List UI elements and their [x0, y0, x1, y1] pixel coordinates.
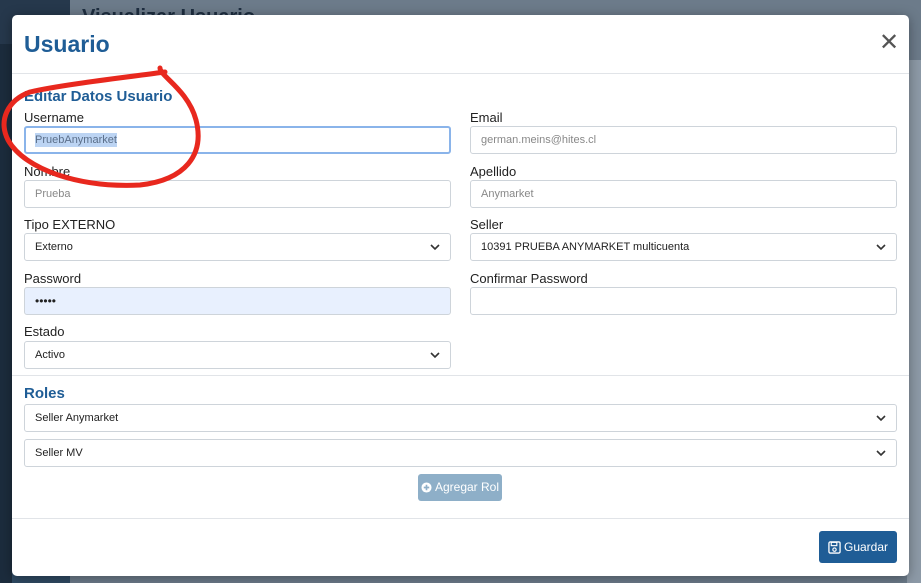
seller-label: Seller [470, 217, 504, 232]
floppy-disk-icon [828, 541, 841, 555]
section-edit-title: Editar Datos Usuario [24, 88, 173, 105]
chevron-down-icon [430, 352, 440, 359]
role-value: Seller MV [35, 447, 83, 459]
estado-label: Estado [24, 324, 65, 339]
confirm-password-label: Confirmar Password [470, 271, 588, 286]
email-label: Email [470, 110, 503, 125]
background-sidebar [0, 44, 12, 583]
email-field[interactable]: german.meins@hites.cl [470, 126, 897, 154]
username-input[interactable]: PruebAnymarket [24, 126, 451, 154]
role-select-1[interactable]: Seller Anymarket [24, 404, 897, 432]
seller-select[interactable]: 10391 PRUEBA ANYMARKET multicuenta [470, 233, 897, 261]
footer-divider [12, 518, 909, 519]
role-value: Seller Anymarket [35, 412, 119, 424]
tipo-select[interactable]: Externo [24, 233, 451, 261]
password-label: Password [24, 271, 82, 286]
add-role-button[interactable]: Agregar Rol [418, 474, 502, 501]
add-role-label: Agregar Rol [434, 480, 500, 494]
close-icon[interactable]: ✕ [879, 31, 899, 55]
apellido-field[interactable]: Anymarket [470, 180, 897, 208]
plus-circle-icon [421, 482, 432, 493]
role-select-2[interactable]: Seller MV [24, 439, 897, 467]
apellido-label: Apellido [470, 164, 517, 179]
username-value: PruebAnymarket [35, 133, 117, 147]
user-modal: Usuario ✕ Editar Datos Usuario Username … [12, 15, 909, 576]
tipo-value: Externo [35, 241, 73, 253]
background-right-strip [907, 60, 921, 583]
chevron-down-icon [876, 415, 886, 422]
password-field[interactable]: ••••• [24, 287, 451, 315]
estado-select[interactable]: Activo [24, 341, 451, 369]
chevron-down-icon [876, 450, 886, 457]
save-button[interactable]: Guardar [819, 531, 897, 563]
save-label: Guardar [843, 540, 889, 554]
username-label: Username [24, 110, 84, 125]
chevron-down-icon [430, 244, 440, 251]
nombre-label: Nombre [24, 164, 71, 179]
section-roles-title: Roles [24, 385, 65, 402]
seller-value: 10391 PRUEBA ANYMARKET multicuenta [481, 241, 690, 253]
modal-header: Usuario ✕ [12, 15, 909, 74]
estado-value: Activo [35, 349, 65, 361]
modal-title: Usuario [24, 31, 110, 57]
confirm-password-field[interactable] [470, 287, 897, 315]
chevron-down-icon [876, 244, 886, 251]
section-divider [12, 375, 909, 376]
tipo-label: Tipo EXTERNO [24, 217, 116, 232]
nombre-field[interactable]: Prueba [24, 180, 451, 208]
